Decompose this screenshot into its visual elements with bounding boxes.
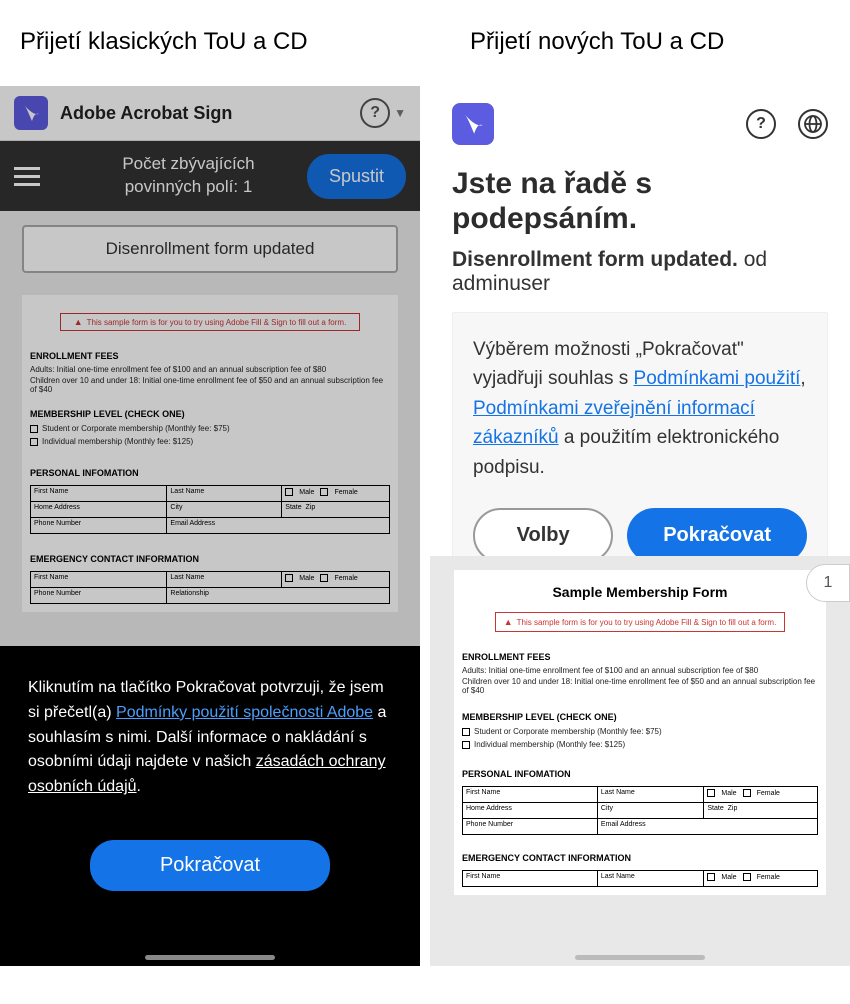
globe-icon[interactable] <box>798 109 828 139</box>
terms-link[interactable]: Podmínky použití společnosti Adobe <box>116 704 373 721</box>
label-classic: Přijetí klasických ToU a CD <box>20 28 470 56</box>
continue-button[interactable]: Pokračovat <box>627 508 807 563</box>
document-subtitle: Disenrollment form updated. od adminuser <box>452 248 828 312</box>
home-indicator <box>575 955 705 960</box>
consent-card: Výběrem možnosti „Pokračovat" vyjadřuji … <box>452 312 828 592</box>
app-title: Adobe Acrobat Sign <box>60 103 232 124</box>
app-header: Adobe Acrobat Sign ? ▼ <box>0 86 420 141</box>
acrobat-logo-icon <box>452 103 494 145</box>
document-preview: Sample Membership Form ▲This sample form… <box>454 570 826 895</box>
options-button[interactable]: Volby <box>473 508 613 563</box>
classic-pane: Adobe Acrobat Sign ? ▼ Počet zbývajících… <box>0 86 420 966</box>
sign-toolbar: Počet zbývajících povinných polí: 1 Spus… <box>0 141 420 211</box>
acrobat-logo-icon <box>14 96 48 130</box>
document-preview: ▲This sample form is for you to try usin… <box>22 295 398 612</box>
terms-link[interactable]: Podmínkami použití <box>634 368 801 389</box>
sign-heading: Jste na řadě s podepsáním. <box>452 167 828 248</box>
warning-icon: ▲ <box>74 317 83 327</box>
document-title-field[interactable]: Disenrollment form updated <box>22 225 398 273</box>
consent-footer: Kliknutím na tlačítko Pokračovat potvrzu… <box>0 646 420 966</box>
app-header: ? <box>430 86 850 161</box>
new-pane: ? Jste na řadě s podepsáním. Disenrollme… <box>430 86 850 966</box>
warning-icon: ▲ <box>504 617 513 627</box>
continue-button[interactable]: Pokračovat <box>90 840 330 891</box>
home-indicator <box>145 955 275 960</box>
page-indicator[interactable]: 1 <box>806 564 850 602</box>
required-fields-count: Počet zbývajících povinných polí: 1 <box>70 153 307 199</box>
menu-icon[interactable] <box>14 167 40 186</box>
chevron-down-icon[interactable]: ▼ <box>394 106 406 120</box>
start-button[interactable]: Spustit <box>307 154 406 199</box>
help-icon[interactable]: ? <box>360 98 390 128</box>
label-new: Přijetí nových ToU a CD <box>470 28 724 56</box>
help-icon[interactable]: ? <box>746 109 776 139</box>
